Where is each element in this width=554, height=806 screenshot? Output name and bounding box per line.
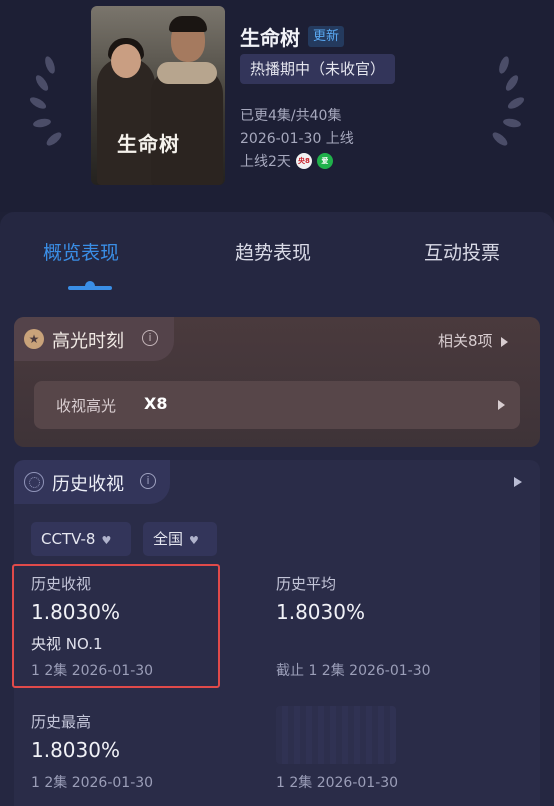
- blurred-stat: [276, 706, 396, 764]
- extra-stat-episode: 1 2集 2026-01-30: [276, 775, 399, 791]
- history-icon: [24, 472, 44, 492]
- info-icon[interactable]: i: [140, 473, 156, 489]
- update-badge: 更新: [308, 26, 345, 47]
- launch-date: 2026-01-30 上线: [240, 131, 354, 147]
- region-select[interactable]: 全国 ♥: [143, 522, 217, 556]
- tab-bar: 概览表现 趋势表现 互动投票: [0, 238, 554, 278]
- days-online: 上线2天: [240, 154, 291, 170]
- history-high-value: 1.8030%: [31, 738, 120, 762]
- dropdown-heart-icon: ♥: [189, 534, 199, 547]
- highlight-card: ★ 高光时刻 i 相关8项 收视高光 X8: [14, 317, 540, 447]
- laurel-left-icon: [29, 56, 62, 146]
- history-average-episode: 截止 1 2集 2026-01-30: [276, 663, 431, 679]
- arrow-right-icon[interactable]: [514, 477, 522, 487]
- dropdown-heart-icon: ♥: [101, 534, 112, 547]
- history-header: 历史收视 i: [14, 460, 170, 504]
- info-icon[interactable]: i: [142, 330, 158, 346]
- star-icon: ★: [24, 329, 44, 349]
- highlight-related-label: 相关8项: [438, 332, 493, 350]
- arrow-right-icon: [500, 336, 508, 347]
- tab-vote[interactable]: 互动投票: [424, 238, 500, 265]
- show-header: 生命树 生命树 更新 热播期中（未收官） 已更4集/共40集 2026-01-3…: [0, 0, 554, 212]
- rating-highlight-value: X8: [144, 394, 168, 413]
- highlight-header: ★ 高光时刻 i: [14, 317, 174, 361]
- content-panel: 概览表现 趋势表现 互动投票 ★ 高光时刻 i 相关8项 收视高光 X8 历史收…: [0, 212, 554, 806]
- highlight-title: 高光时刻: [52, 331, 124, 352]
- highlight-box: [12, 564, 220, 688]
- status-badge: 热播期中（未收官）: [240, 54, 396, 84]
- tab-overview[interactable]: 概览表现: [43, 238, 119, 265]
- rating-highlight-row[interactable]: 收视高光 X8: [34, 381, 520, 429]
- episode-count: 已更4集/共40集: [240, 108, 342, 124]
- poster-title: 生命树: [117, 132, 180, 156]
- history-title: 历史收视: [52, 474, 124, 495]
- active-tab-indicator: [68, 281, 112, 290]
- history-high-episode: 1 2集 2026-01-30: [31, 775, 154, 791]
- highlight-related-link[interactable]: 相关8项: [438, 330, 508, 351]
- cctv8-icon: 央8: [295, 153, 312, 169]
- history-high-label: 历史最高: [31, 713, 92, 731]
- tab-trend[interactable]: 趋势表现: [235, 238, 311, 265]
- show-poster[interactable]: 生命树: [91, 6, 225, 185]
- history-rating-card: 历史收视 i CCTV-8 ♥ 全国 ♥ 历史收视 1.8030% 央视 NO.1 …: [12, 460, 540, 806]
- arrow-right-icon: [498, 400, 505, 410]
- channel-select[interactable]: CCTV-8 ♥: [31, 522, 131, 556]
- laurel-right-icon: [492, 56, 525, 146]
- channel-select-value: CCTV-8: [41, 530, 96, 548]
- rating-highlight-label: 收视高光: [56, 397, 117, 415]
- show-title: 生命树: [240, 26, 300, 50]
- iqiyi-icon: 爱: [316, 153, 333, 169]
- history-average-label: 历史平均: [276, 575, 337, 593]
- region-select-value: 全国: [153, 530, 184, 548]
- history-average-value: 1.8030%: [276, 600, 365, 624]
